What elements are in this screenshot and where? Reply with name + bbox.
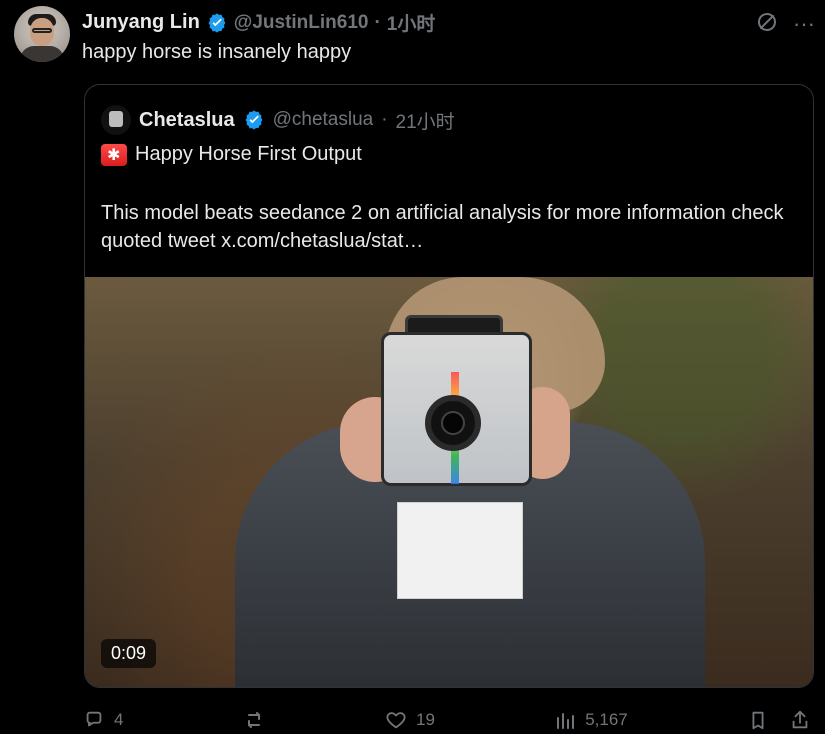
video-duration-badge: 0:09 <box>101 639 157 668</box>
quote-author-handle[interactable]: @chetaslua <box>273 109 374 131</box>
share-icon[interactable] <box>788 708 812 732</box>
quote-body-text: This model beats seedance 2 on artificia… <box>101 202 784 252</box>
reply-count: 4 <box>114 710 124 729</box>
like-action[interactable]: 19 <box>384 708 435 732</box>
quote-separator-dot: · <box>381 109 388 130</box>
author-handle[interactable]: @JustinLin610 <box>234 12 369 34</box>
author-avatar[interactable] <box>14 6 70 62</box>
video-thumbnail[interactable]: 0:09 <box>85 277 813 687</box>
avatar-glasses <box>32 28 52 33</box>
more-options-icon[interactable]: ··· <box>793 13 815 35</box>
tweet-text: happy horse is insanely happy <box>82 41 352 63</box>
separator-dot: · <box>374 11 381 33</box>
repost-action[interactable] <box>242 708 266 732</box>
avatar-shirt <box>20 46 64 62</box>
slash-circle-icon[interactable] <box>755 10 779 38</box>
quote-header: Chetaslua @chetaslua · 21小时 <box>101 105 455 135</box>
reply-icon <box>82 708 106 732</box>
camera-lens <box>441 411 465 435</box>
tweet-time[interactable]: 1小时 <box>387 9 436 36</box>
heart-icon <box>384 708 408 732</box>
author-row: Junyang Lin @JustinLin610 · 1小时 <box>82 9 435 36</box>
author-name[interactable]: Junyang Lin <box>82 11 200 34</box>
repost-icon <box>242 708 266 732</box>
quote-title-row: Happy Horse First Output <box>101 143 362 166</box>
instant-photo-print <box>397 502 523 599</box>
quote-verified-badge-icon <box>243 109 265 131</box>
quoted-tweet-card[interactable]: Chetaslua @chetaslua · 21小时 Happy Horse … <box>84 84 814 688</box>
quote-title: Happy Horse First Output <box>135 143 362 165</box>
siren-icon <box>101 143 127 166</box>
quote-avatar[interactable] <box>101 105 131 135</box>
tweet-actions-bar: 4 19 5,167 <box>82 706 812 734</box>
verified-badge-icon <box>206 12 228 34</box>
quote-author-name[interactable]: Chetaslua <box>139 109 235 132</box>
views-icon <box>553 708 577 732</box>
quote-time[interactable]: 21小时 <box>396 107 455 134</box>
views-action[interactable]: 5,167 <box>553 708 628 732</box>
tweet-top-actions: ··· <box>755 10 815 38</box>
bookmark-share-actions <box>746 708 812 732</box>
bookmark-icon[interactable] <box>746 708 770 732</box>
like-count: 19 <box>416 710 435 729</box>
reply-action[interactable]: 4 <box>82 708 123 732</box>
views-count: 5,167 <box>585 710 628 729</box>
